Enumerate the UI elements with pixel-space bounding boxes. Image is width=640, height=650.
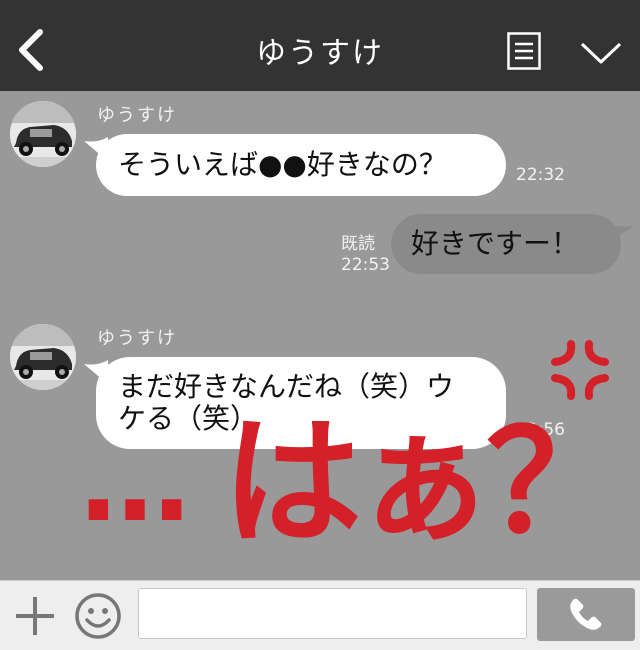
chevron-down-icon[interactable] [580,40,622,66]
message-text-line: まだ好きなんだね（笑）ウ [118,370,455,403]
message-time: 22:32 [516,165,565,185]
message-text: そういえば●●好きなの？ [118,148,447,181]
sender-name: ゆうすけ [97,328,177,349]
car-avatar-icon [10,101,76,167]
read-label: 既読 [341,234,375,254]
overlay-exclamation: はぁ？ [222,402,626,565]
plus-icon[interactable] [14,595,56,637]
call-button[interactable] [537,588,635,641]
sender-name: ゆうすけ [97,105,177,126]
message-time: 22:53 [341,255,390,275]
message-input[interactable] [138,588,527,639]
message-bubble[interactable]: そういえば●●好きなの？ [96,134,506,196]
avatar[interactable] [10,324,76,390]
avatar[interactable] [10,101,76,167]
car-avatar-icon [10,324,76,390]
message-input-bar [0,580,640,650]
list-icon[interactable] [507,32,541,70]
smiley-icon[interactable] [74,592,122,640]
overlay-dots: … [80,418,190,546]
chat-header: ゆうすけ [0,0,640,91]
chat-title: ゆうすけ [256,36,384,71]
read-receipt: 既読 22:53 [341,234,390,276]
phone-icon [570,598,602,630]
anger-mark-icon [551,340,609,400]
message-text: 好きですー！ [411,227,580,260]
message-bubble-own[interactable]: 好きですー！ [391,214,621,274]
